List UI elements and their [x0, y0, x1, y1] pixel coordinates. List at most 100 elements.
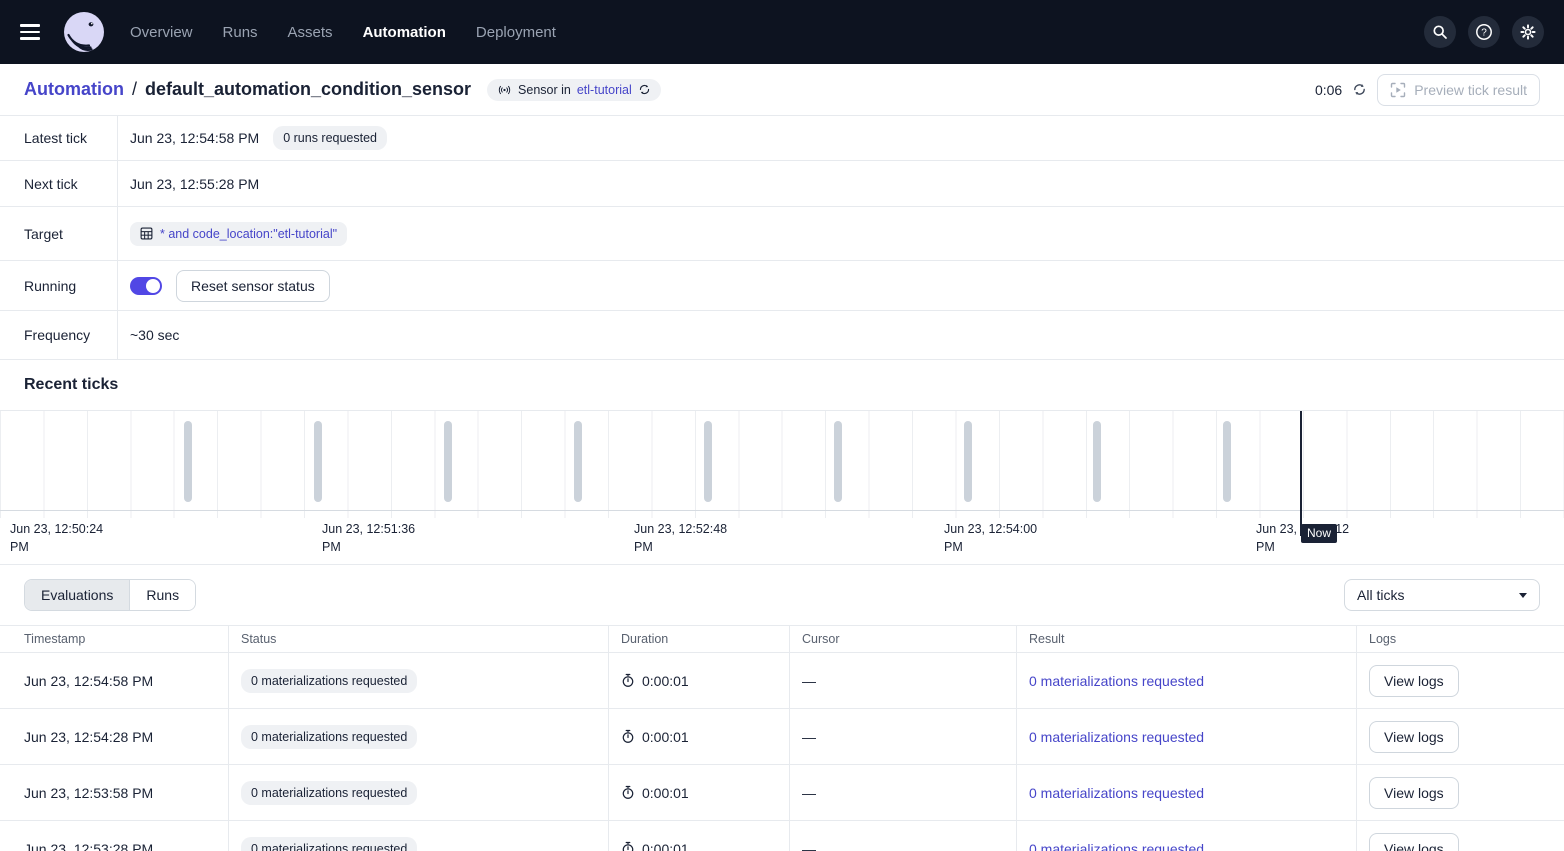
nav-deployment[interactable]: Deployment	[476, 24, 556, 41]
tick-duration: 0:00:01	[642, 673, 689, 689]
tick-bar[interactable]	[704, 421, 712, 502]
tab-runs[interactable]: Runs	[129, 580, 195, 610]
latest-tick-row: Latest tick Jun 23, 12:54:58 PM 0 runs r…	[0, 116, 1564, 161]
tick-bar[interactable]	[444, 421, 452, 502]
runs-requested-badge: 0 runs requested	[273, 126, 387, 150]
tick-timestamp: Jun 23, 12:54:58 PM	[0, 653, 228, 708]
settings-gear-icon[interactable]	[1512, 16, 1544, 48]
next-tick-value: Jun 23, 12:55:28 PM	[130, 176, 259, 192]
nav-overview[interactable]: Overview	[130, 24, 193, 41]
tick-result-link[interactable]: 0 materializations requested	[1029, 729, 1204, 745]
view-logs-button[interactable]: View logs	[1369, 665, 1459, 697]
tick-cursor: —	[789, 653, 1016, 708]
stopwatch-icon	[621, 729, 635, 744]
tick-status-badge: 0 materializations requested	[241, 669, 417, 693]
col-cursor: Cursor	[789, 626, 1016, 652]
col-status: Status	[228, 626, 608, 652]
tick-status-badge: 0 materializations requested	[241, 837, 417, 851]
evaluations-table: Timestamp Status Duration Cursor Result …	[0, 625, 1564, 851]
target-label: Target	[0, 207, 118, 260]
tick-status-badge: 0 materializations requested	[241, 781, 417, 805]
dagster-logo-icon[interactable]	[64, 12, 104, 52]
next-tick-label: Next tick	[0, 161, 118, 206]
next-tick-row: Next tick Jun 23, 12:55:28 PM	[0, 161, 1564, 207]
recent-ticks-heading: Recent ticks	[0, 360, 1564, 410]
breadcrumb-bar: Automation / default_automation_conditio…	[0, 64, 1564, 116]
sensor-signal-icon	[497, 83, 512, 97]
evaluations-toolbar: Evaluations Runs All ticks	[0, 565, 1564, 625]
breadcrumb-automation-link[interactable]: Automation	[24, 79, 124, 100]
now-badge: Now	[1301, 524, 1337, 543]
running-toggle[interactable]	[130, 277, 162, 295]
tick-filter-select[interactable]: All ticks	[1344, 579, 1540, 611]
tick-result-link[interactable]: 0 materializations requested	[1029, 841, 1204, 851]
tick-result-link[interactable]: 0 materializations requested	[1029, 785, 1204, 801]
tick-bar[interactable]	[964, 421, 972, 502]
page-title: default_automation_condition_sensor	[145, 79, 471, 100]
asset-selection-pill[interactable]: * and code_location:"etl-tutorial"	[130, 222, 347, 246]
tick-cursor: —	[789, 709, 1016, 764]
tick-bar[interactable]	[834, 421, 842, 502]
reset-sensor-status-button[interactable]: Reset sensor status	[176, 270, 330, 302]
nav-links: Overview Runs Assets Automation Deployme…	[130, 24, 556, 41]
tick-timestamp: Jun 23, 12:53:28 PM	[0, 821, 228, 851]
latest-tick-label: Latest tick	[0, 116, 118, 160]
view-logs-button[interactable]: View logs	[1369, 777, 1459, 809]
tick-cursor: —	[789, 821, 1016, 851]
table-header-row: Timestamp Status Duration Cursor Result …	[0, 625, 1564, 653]
chevron-down-icon	[1519, 593, 1527, 598]
axis-label: Jun 23, 12:51:36 PM	[322, 520, 434, 556]
tick-duration: 0:00:01	[642, 729, 689, 745]
col-result: Result	[1016, 626, 1356, 652]
refresh-icon[interactable]	[1352, 82, 1367, 97]
tick-bar[interactable]	[184, 421, 192, 502]
running-label: Running	[0, 261, 118, 310]
axis-label: Jun 23, 12:52:48 PM	[634, 520, 746, 556]
view-segmented-control: Evaluations Runs	[24, 579, 196, 611]
tick-duration: 0:00:01	[642, 785, 689, 801]
frequency-row: Frequency ~30 sec	[0, 311, 1564, 360]
table-row: Jun 23, 12:53:28 PM 0 materializations r…	[0, 821, 1564, 851]
code-location-link[interactable]: etl-tutorial	[577, 83, 632, 97]
tick-filter-value: All ticks	[1357, 587, 1404, 603]
preview-icon	[1390, 82, 1406, 98]
breadcrumb-separator: /	[132, 79, 137, 100]
target-row: Target * and code_location:"etl-tutorial…	[0, 207, 1564, 261]
search-icon[interactable]	[1424, 16, 1456, 48]
frequency-value: ~30 sec	[130, 327, 179, 343]
tick-chart	[0, 411, 1564, 511]
view-logs-button[interactable]: View logs	[1369, 721, 1459, 753]
tick-bar[interactable]	[1093, 421, 1101, 502]
tick-duration: 0:00:01	[642, 841, 689, 851]
stopwatch-icon	[621, 785, 635, 800]
tick-status-badge: 0 materializations requested	[241, 725, 417, 749]
latest-tick-value: Jun 23, 12:54:58 PM	[130, 130, 259, 146]
tick-bar[interactable]	[1223, 421, 1231, 502]
asset-selection-text: * and code_location:"etl-tutorial"	[160, 227, 337, 241]
sync-icon[interactable]	[638, 83, 651, 96]
now-marker-line	[1300, 411, 1302, 536]
recent-ticks-timeline: Jun 23, 12:50:24 PM Jun 23, 12:51:36 PM Ju…	[0, 410, 1564, 565]
view-logs-button[interactable]: View logs	[1369, 833, 1459, 851]
nav-assets[interactable]: Assets	[288, 24, 333, 41]
tick-result-link[interactable]: 0 materializations requested	[1029, 673, 1204, 689]
top-nav: Overview Runs Assets Automation Deployme…	[0, 0, 1564, 64]
menu-icon[interactable]	[20, 18, 48, 46]
svg-text:?: ?	[1481, 28, 1487, 39]
tick-bar[interactable]	[314, 421, 322, 502]
table-row: Jun 23, 12:53:58 PM 0 materializations r…	[0, 765, 1564, 821]
stopwatch-icon	[621, 673, 635, 688]
nav-automation[interactable]: Automation	[363, 24, 446, 41]
nav-runs[interactable]: Runs	[223, 24, 258, 41]
col-duration: Duration	[608, 626, 789, 652]
stopwatch-icon	[621, 841, 635, 851]
tick-bar[interactable]	[574, 421, 582, 502]
refresh-countdown: 0:06	[1315, 82, 1342, 98]
axis-label: Jun 23, 12:50:24 PM	[10, 520, 122, 556]
col-logs: Logs	[1356, 626, 1564, 652]
sensor-badge-label: Sensor in	[518, 83, 571, 97]
help-icon[interactable]: ?	[1468, 16, 1500, 48]
preview-tick-result-button[interactable]: Preview tick result	[1377, 74, 1540, 106]
tick-timestamp: Jun 23, 12:53:58 PM	[0, 765, 228, 820]
tab-evaluations[interactable]: Evaluations	[25, 580, 129, 610]
